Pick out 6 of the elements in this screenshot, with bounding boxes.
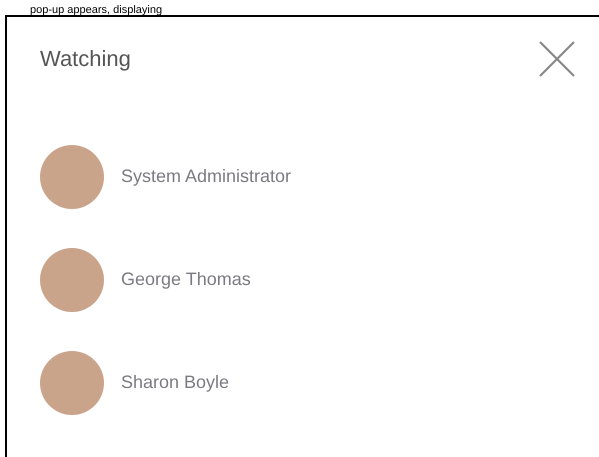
watcher-name: System Administrator [121,166,292,187]
dialog-title: Watching [40,46,131,72]
watcher-name: Sharon Boyle [121,372,230,393]
caption-text: pop-up appears, displaying [30,3,162,17]
watcher-name: George Thomas [121,269,251,290]
close-icon[interactable] [537,39,577,79]
